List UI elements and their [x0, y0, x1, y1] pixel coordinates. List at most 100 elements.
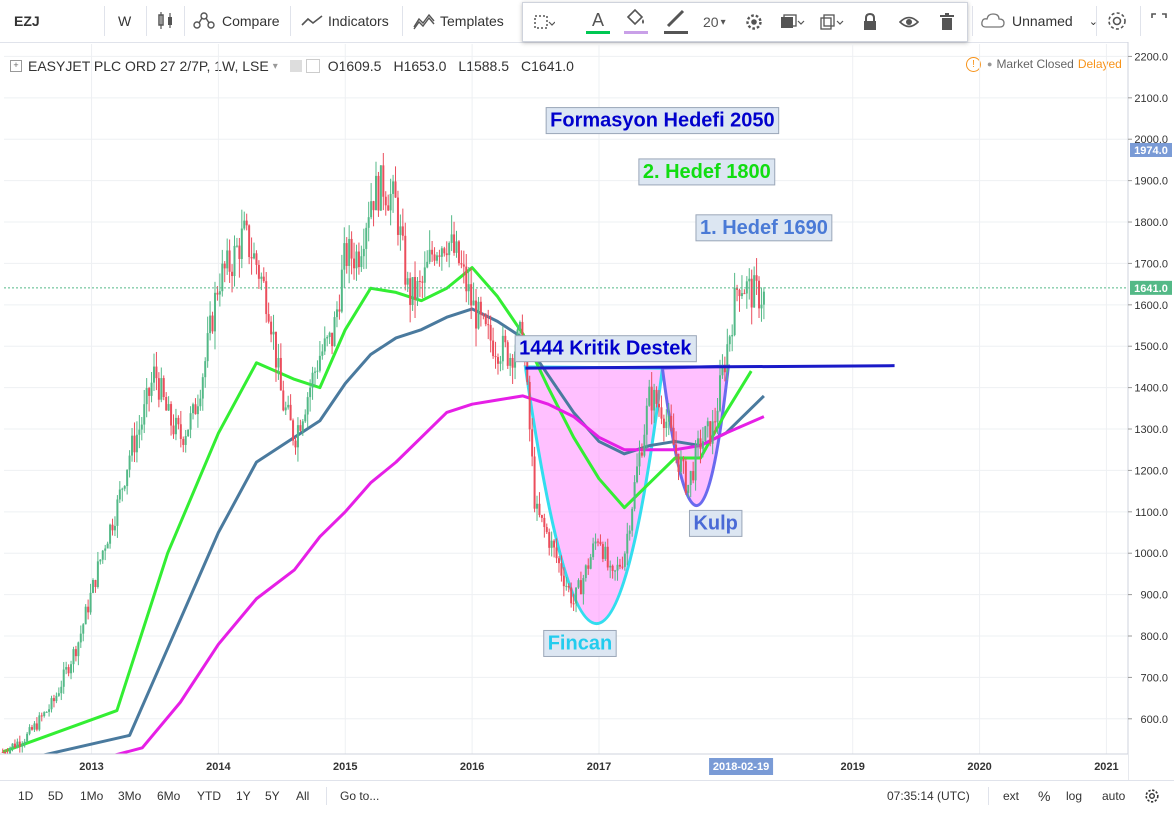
- range-5y[interactable]: 5Y: [265, 781, 280, 811]
- candle-body: [316, 370, 319, 372]
- candle-body: [697, 438, 700, 446]
- candle-body: [531, 429, 534, 457]
- candle-body: [567, 585, 570, 588]
- candle-body: [457, 241, 460, 264]
- select-tool-button[interactable]: [533, 3, 555, 41]
- candle-body: [470, 284, 473, 306]
- candle-body: [253, 253, 256, 259]
- candle-body: [450, 234, 453, 243]
- clock-display[interactable]: 07:35:14 (UTC): [887, 781, 970, 811]
- candle-body: [338, 309, 341, 312]
- candle-body: [489, 324, 492, 341]
- paint-bucket-icon: [624, 8, 648, 34]
- templates-button[interactable]: Templates: [412, 0, 504, 42]
- clone-button[interactable]: [819, 3, 845, 41]
- y-tick-label: 2200.0: [1134, 51, 1168, 63]
- y-tick-label: 1200.0: [1134, 465, 1168, 477]
- candle-body: [387, 205, 390, 211]
- candle-body: [433, 254, 436, 261]
- candle-body: [294, 440, 297, 448]
- fullscreen-button[interactable]: [1150, 0, 1168, 42]
- x-tick-label: 2015: [333, 761, 357, 773]
- candle-body: [399, 226, 402, 235]
- candle-body: [131, 435, 134, 456]
- candle-body: [365, 227, 368, 249]
- candle-body: [35, 723, 38, 730]
- hide-button[interactable]: [899, 3, 919, 41]
- candle-body: [694, 445, 697, 481]
- svg-text:A: A: [592, 10, 604, 30]
- time-label: 07:35:14 (UTC): [887, 789, 970, 803]
- candle-body: [570, 587, 573, 604]
- candle-body: [118, 489, 121, 500]
- candle-body: [536, 503, 539, 509]
- symbol-label: EZJ: [14, 13, 40, 29]
- ext-toggle[interactable]: ext: [1003, 781, 1019, 811]
- line-color-button[interactable]: [663, 3, 689, 41]
- candle-body: [216, 292, 219, 295]
- candle-body: [194, 404, 197, 415]
- candle-body: [577, 580, 580, 588]
- candle-body: [614, 570, 617, 572]
- candle-body: [379, 165, 382, 211]
- candle-body: [323, 338, 326, 352]
- percent-toggle[interactable]: %: [1038, 781, 1050, 811]
- range-1d[interactable]: 1D: [18, 781, 33, 811]
- auto-label: auto: [1102, 789, 1126, 803]
- range-5d[interactable]: 5D: [48, 781, 63, 811]
- candle-body: [335, 309, 338, 318]
- goto-button[interactable]: Go to...: [340, 781, 379, 811]
- candles-icon: [158, 12, 172, 29]
- candle-body: [314, 371, 317, 373]
- candle-body: [753, 275, 756, 308]
- symbol-search[interactable]: EZJ: [14, 0, 40, 42]
- x-tick-label: 2016: [460, 761, 484, 773]
- log-toggle[interactable]: log: [1066, 781, 1082, 811]
- candle-body: [538, 503, 541, 516]
- candle-body: [543, 517, 546, 528]
- range-label: YTD: [197, 789, 221, 803]
- candle-body: [45, 711, 48, 713]
- candle-body: [496, 357, 499, 364]
- candle-body: [704, 426, 707, 442]
- lock-button[interactable]: [861, 3, 879, 41]
- range-all[interactable]: All: [296, 781, 309, 811]
- draw-settings-button[interactable]: [745, 3, 763, 41]
- candle-body: [111, 524, 114, 531]
- candle-body: [113, 525, 116, 531]
- delete-button[interactable]: [939, 3, 955, 41]
- visual-order-button[interactable]: [779, 3, 805, 41]
- layout-button[interactable]: Unnamed ⌄: [980, 0, 1098, 42]
- candle-body: [472, 300, 475, 306]
- range-1mo[interactable]: 1Mo: [80, 781, 103, 811]
- chart-settings-button[interactable]: [1144, 781, 1160, 811]
- price-chart[interactable]: Formasyon Hedefi 2050 2. Hedef 1800 1. Hed…: [0, 42, 1174, 780]
- text-color-button[interactable]: A: [585, 3, 611, 41]
- candle-body: [599, 541, 602, 545]
- interval-button[interactable]: W: [118, 0, 131, 42]
- range-3mo[interactable]: 3Mo: [118, 781, 141, 811]
- settings-button[interactable]: [1106, 0, 1128, 42]
- candle-body: [421, 281, 424, 283]
- compare-button[interactable]: Compare: [192, 0, 280, 42]
- chart-type-button[interactable]: [156, 0, 176, 42]
- candle-body: [270, 321, 273, 335]
- indicators-button[interactable]: Indicators: [300, 0, 389, 42]
- candle-body: [70, 664, 73, 674]
- range-ytd[interactable]: YTD: [197, 781, 221, 811]
- y-tick-label: 1900.0: [1134, 176, 1168, 188]
- candle-body: [206, 333, 209, 362]
- font-size-select[interactable]: 20 ▾: [703, 3, 726, 41]
- time-axis-bg: [0, 754, 1128, 780]
- candle-body: [601, 544, 604, 559]
- cup-pattern: [523, 365, 665, 626]
- fill-color-button[interactable]: [623, 3, 649, 41]
- candle-body: [135, 434, 138, 453]
- range-6mo[interactable]: 6Mo: [157, 781, 180, 811]
- candle-body: [143, 404, 146, 425]
- range-1y[interactable]: 1Y: [236, 781, 251, 811]
- auto-toggle[interactable]: auto: [1102, 781, 1125, 811]
- trash-icon: [940, 13, 954, 30]
- candle-body: [284, 407, 287, 411]
- candle-body: [165, 396, 168, 411]
